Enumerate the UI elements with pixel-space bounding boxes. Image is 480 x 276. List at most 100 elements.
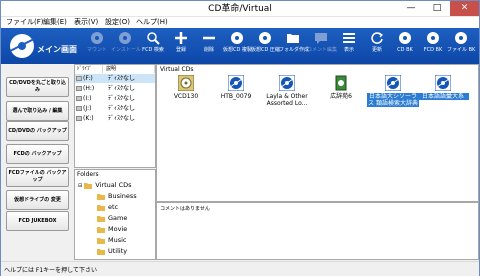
- folder-icon: [287, 34, 299, 43]
- folder-tree: Folders ⊟ Virtual CDs Business etc Game Mov…: [74, 169, 156, 260]
- minimize-button[interactable]: —: [398, 1, 424, 16]
- maximize-button[interactable]: □: [424, 1, 450, 16]
- toolbar-button-copy[interactable]: 仮想CD 複製: [223, 31, 252, 62]
- toolbar-button-file-backup[interactable]: ファイル BK: [447, 31, 475, 62]
- toolbar-button-label: フォルダ作成: [279, 47, 310, 53]
- virtual-drive-change-button[interactable]: 仮想ドライブの 変更: [6, 190, 69, 210]
- remove-icon: [203, 36, 215, 40]
- disc-backup-button[interactable]: CD/DVDの バックアップ: [6, 121, 69, 141]
- collapse-icon[interactable]: ⊟: [78, 183, 82, 189]
- tree-item-music[interactable]: Music: [97, 235, 127, 245]
- virtual-cd-item[interactable]: HTB_0079: [210, 73, 262, 111]
- menu-view[interactable]: 表示(V): [74, 17, 98, 28]
- status-text: ヘルプには F1キーを押して下さい: [4, 267, 97, 274]
- toolbar: メイン画面 マウント インストール FCD 検索 登録 削除 仮想CD 複製 仮想CD 圧縮…: [1, 28, 479, 64]
- comment-text: コメントはありません: [160, 206, 210, 212]
- folder-icon: [84, 182, 93, 189]
- button-label: FCDの バックアップ: [13, 150, 62, 157]
- drive-row[interactable]: (I:) ﾃﾞｨｽｸなし: [75, 94, 155, 103]
- install-icon: [119, 32, 131, 44]
- toolbar-button-label: 更新: [371, 47, 382, 53]
- virtual-cds-header: Virtual CDs: [160, 66, 194, 73]
- toolbar-button-install[interactable]: インストール: [111, 31, 141, 62]
- toolbar-button-remove[interactable]: 削除: [195, 31, 223, 62]
- virtual-cd-item[interactable]: 日本語語彙大系: [417, 73, 469, 111]
- tree-root-label: Virtual CDs: [95, 181, 132, 189]
- select-rip-button[interactable]: 選んで取り込み / 編集: [6, 101, 69, 121]
- logo-label: メイン画面: [37, 45, 77, 54]
- refresh-icon: [371, 32, 384, 44]
- comment-icon: [315, 33, 327, 44]
- virtual-cd-item[interactable]: 日本語大シソーラス 類語検索大辞典: [367, 73, 419, 111]
- add-icon: [175, 32, 187, 44]
- drive-desc: ﾃﾞｨｽｸなし: [108, 95, 136, 102]
- drive-desc: ﾃﾞｨｽｸなし: [108, 75, 136, 82]
- toolbar-button-search[interactable]: FCD 検索: [139, 31, 167, 62]
- cd-backup-icon: [399, 32, 411, 44]
- button-label: CD/DVDの バックアップ: [8, 127, 67, 134]
- toolbar-button-label: 登録: [175, 47, 186, 53]
- button-label: 仮想ドライブの 変更: [14, 196, 61, 203]
- drive-row[interactable]: (H:) ﾃﾞｨｽｸなし: [75, 84, 155, 93]
- cd-case-icon: [178, 75, 194, 91]
- toolbar-button-fcd-backup[interactable]: FCD BK: [419, 31, 447, 62]
- disc-logo-icon: メイン画面: [9, 34, 77, 58]
- toolbar-button-mount[interactable]: マウント: [83, 31, 111, 62]
- tree-item-utility[interactable]: Utility: [97, 246, 127, 256]
- menu-help[interactable]: ヘルプ(H): [136, 17, 168, 28]
- tree-root-virtual-cds[interactable]: ⊟ Virtual CDs: [78, 180, 132, 190]
- tree-item-etc[interactable]: etc: [97, 202, 118, 212]
- drive-icon: [76, 86, 82, 91]
- fcd-jukebox-button[interactable]: FCD JUKEBOX: [6, 211, 69, 231]
- virtual-cd-item[interactable]: 広辞苑6: [315, 73, 367, 111]
- fcd-backup-icon: [427, 32, 439, 44]
- toolbar-button-label: CD BK: [397, 47, 413, 53]
- status-bar: ヘルプには F1キーを押して下さい: [1, 261, 479, 276]
- tree-item-label: Movie: [108, 225, 128, 233]
- toolbar-button-refresh[interactable]: 更新: [363, 31, 391, 62]
- fcd-backup-button[interactable]: FCDの バックアップ: [6, 144, 69, 164]
- tree-item-label: Business: [108, 192, 137, 200]
- fcd-file-backup-button[interactable]: FCDファイルの バックアップ: [6, 167, 69, 187]
- drive-desc: ﾃﾞｨｽｸなし: [108, 105, 136, 112]
- toolbar-button-add[interactable]: 登録: [167, 31, 195, 62]
- folder-icon: [97, 215, 105, 222]
- folder-icon: [97, 237, 105, 244]
- toolbar-button-label: 削除: [203, 47, 214, 53]
- mount-icon: [91, 32, 103, 44]
- toolbar-button-comment[interactable]: コメント編集: [307, 31, 337, 62]
- toolbar-button-compress[interactable]: 仮想CD 圧縮: [251, 31, 280, 62]
- folder-icon: [97, 204, 105, 211]
- rip-whole-disc-button[interactable]: CD/DVDを丸ごと取り込み: [6, 77, 69, 97]
- drive-row[interactable]: (K:) ﾃﾞｨｽｸなし: [75, 114, 155, 123]
- comment-panel[interactable]: コメントはありません: [156, 202, 479, 260]
- toolbar-button-view[interactable]: 表示: [335, 31, 363, 62]
- virtual-cd-item[interactable]: VCD130: [160, 73, 212, 111]
- drive-list: ﾄﾞﾗｲﾌﾞ 説明 (F:) ﾃﾞｨｽｸなし (H:) ﾃﾞｨｽｸなし (I:) ﾃﾞｨｽ…: [74, 64, 156, 168]
- folder-icon: [97, 248, 105, 255]
- search-icon: [147, 32, 160, 45]
- main-screen-logo[interactable]: メイン画面: [7, 31, 77, 61]
- app-window: CD革命/Virtual — □ ✕ ファイル(F) 編集(E) 表示(V) 設…: [0, 0, 480, 276]
- tree-item-label: etc: [108, 203, 119, 211]
- toolbar-button-cd-backup[interactable]: CD BK: [391, 31, 419, 62]
- title-bar: CD革命/Virtual — □ ✕: [1, 1, 479, 17]
- drive-row[interactable]: (J:) ﾃﾞｨｽｸなし: [75, 104, 155, 113]
- close-button[interactable]: ✕: [450, 1, 479, 16]
- virtual-cd-list: Virtual CDs VCD130 HTB_0079 Layla & Other …: [156, 64, 479, 202]
- toolbar-button-folder[interactable]: フォルダ作成: [279, 31, 310, 62]
- toolbar-button-label: インストール: [111, 47, 141, 53]
- cd-disc-icon: [228, 75, 244, 91]
- tree-item-game[interactable]: Game: [97, 213, 127, 223]
- menu-settings[interactable]: 設定(O): [105, 17, 130, 28]
- drive-letter: (F:): [83, 75, 93, 82]
- drive-column-header[interactable]: ﾄﾞﾗｲﾌﾞ: [75, 65, 103, 73]
- desc-column-header[interactable]: 説明: [103, 65, 155, 73]
- tree-item-movie[interactable]: Movie: [97, 224, 127, 234]
- virtual-cd-item[interactable]: Layla & Other Assorted Lo...: [261, 73, 313, 111]
- menu-file[interactable]: ファイル(F): [6, 17, 44, 28]
- menu-edit[interactable]: 編集(E): [43, 17, 67, 28]
- tree-item-business[interactable]: Business: [97, 191, 137, 201]
- drive-letter: (H:): [83, 85, 95, 92]
- drive-row[interactable]: (F:) ﾃﾞｨｽｸなし: [75, 74, 155, 83]
